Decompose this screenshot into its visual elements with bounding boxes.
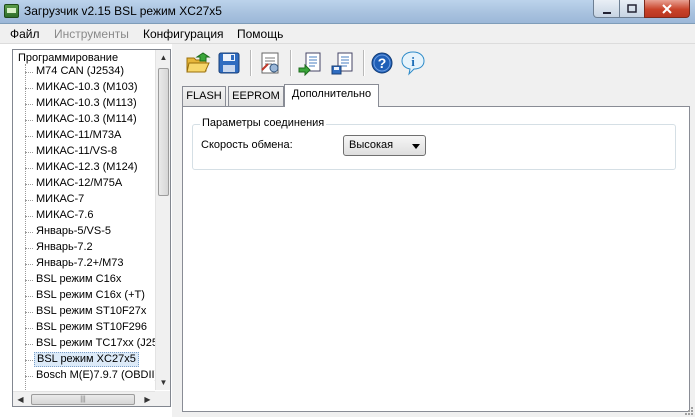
tree-branch-line <box>25 104 33 105</box>
tab-eeprom[interactable]: EEPROM <box>228 86 284 106</box>
window-title: Загрузчик v2.15 BSL режим XC27x5 <box>24 4 222 18</box>
tree-branch-line <box>25 264 33 265</box>
tree-root-programming[interactable]: Программирование <box>18 52 118 64</box>
maximize-icon <box>627 4 637 13</box>
menu-file[interactable]: Файл <box>10 27 40 41</box>
speed-select-value: Высокая <box>349 139 394 151</box>
resize-grip-icon[interactable] <box>684 406 694 416</box>
open-button[interactable] <box>185 50 211 76</box>
close-button[interactable] <box>644 0 690 18</box>
help-icon: ? <box>371 52 393 74</box>
tree-branch-line <box>25 152 33 153</box>
scroll-right-arrow-icon[interactable]: ▶ <box>140 392 155 406</box>
menu-tools[interactable]: Инструменты <box>54 27 129 41</box>
tree-item-label: M74 CAN (J2534) <box>36 65 125 77</box>
tree-item-label: МИКАС-12.3 (M124) <box>36 161 138 173</box>
maximize-button[interactable] <box>619 0 645 18</box>
title-bar[interactable]: Загрузчик v2.15 BSL режим XC27x5 <box>0 0 695 24</box>
tree-item-label: BSL режим ST10F296 <box>36 321 148 333</box>
tree-branch-line <box>25 344 33 345</box>
menu-configuration[interactable]: Конфигурация <box>143 27 224 41</box>
tree-branch-line <box>25 136 33 137</box>
tree-branch-line <box>25 296 33 297</box>
tree-item-label: Январь-5/VS-5 <box>36 225 111 237</box>
write-ecu-button[interactable] <box>329 50 355 76</box>
tree-item-label: BSL режим C16x (+T) <box>36 289 145 301</box>
tree-item-label: Январь-7.2+/M73 <box>36 257 124 269</box>
app-icon <box>4 4 19 18</box>
vertical-scroll-thumb[interactable] <box>158 68 169 196</box>
programming-tree[interactable]: Программирование M74 CAN (J2534) МИКАС-10… <box>12 49 171 407</box>
tree-item-label: МИКАС-10.3 (M113) <box>36 97 137 109</box>
settings-button[interactable] <box>257 50 283 76</box>
info-button[interactable]: i <box>400 50 426 76</box>
tree-branch-line <box>25 360 33 361</box>
tab-page-additional: Параметры соединения Скорость обмена: Вы… <box>182 106 690 412</box>
tree-item-label: МИКАС-7.6 <box>36 209 94 221</box>
tree-branch-line <box>25 312 33 313</box>
toolbar-separator <box>363 50 365 76</box>
scroll-down-arrow-icon[interactable]: ▼ <box>156 375 170 390</box>
horizontal-scroll-thumb[interactable]: ||| <box>31 394 135 405</box>
tree-branch-line <box>25 88 33 89</box>
tree-item-label: МИКАС-12/M75A <box>36 177 123 189</box>
tree-branch-line <box>25 376 33 377</box>
tree-branch-line <box>25 232 33 233</box>
tree-item-label: BSL режим C16x <box>36 273 122 285</box>
scroll-left-arrow-icon[interactable]: ◀ <box>13 392 28 406</box>
toolbar-separator <box>290 50 292 76</box>
read-ecu-icon <box>298 52 321 77</box>
open-folder-icon <box>186 52 211 73</box>
connection-settings-title: Параметры соединения <box>200 117 327 129</box>
tab-flash[interactable]: FLASH <box>182 86 226 106</box>
speed-select[interactable]: Высокая <box>343 135 426 156</box>
tree-item-label: BSL режим XC27x5 <box>34 352 139 367</box>
tree-item-label: BSL режим TC17xx (J25 <box>36 337 159 349</box>
tree-item-label: Bosch M(E)7.9.7 (OBDII) <box>36 369 159 381</box>
tree-item-label: МИКАС-7 <box>36 193 85 205</box>
svg-text:i: i <box>411 54 415 69</box>
save-disk-icon <box>218 52 240 74</box>
tree-branch-line <box>25 120 33 121</box>
settings-document-icon <box>261 52 279 74</box>
tree-horizontal-scrollbar[interactable]: ◀ ||| ▶ <box>13 391 155 406</box>
write-ecu-icon <box>331 52 353 75</box>
chevron-down-icon <box>412 144 420 149</box>
tree-branch-line <box>25 248 33 249</box>
tree-branch-line <box>25 168 33 169</box>
menu-help[interactable]: Помощь <box>237 27 283 41</box>
tree-vertical-scrollbar[interactable]: ▲ ▼ <box>155 50 170 390</box>
minimize-button[interactable] <box>593 0 620 18</box>
scroll-up-arrow-icon[interactable]: ▲ <box>156 50 170 65</box>
tree-branch-line <box>25 72 33 73</box>
tree-item-label: МИКАС-11/M73A <box>36 129 122 141</box>
save-button[interactable] <box>216 50 242 76</box>
help-button[interactable]: ? <box>369 50 395 76</box>
tree-branch-line <box>25 280 33 281</box>
tree-item-label: МИКАС-10.3 (M114) <box>36 113 137 125</box>
speed-label: Скорость обмена: <box>201 139 293 151</box>
tab-additional[interactable]: Дополнительно <box>284 84 379 107</box>
tree-branch-line <box>25 184 33 185</box>
tree-item-label: BSL режим ST10F27x <box>36 305 147 317</box>
read-ecu-button[interactable] <box>297 50 323 77</box>
minimize-icon <box>602 12 611 14</box>
menu-bar: Файл Инструменты Конфигурация Помощь <box>0 24 695 44</box>
close-icon <box>662 4 672 14</box>
tree-item-label: Январь-7.2 <box>36 241 93 253</box>
tree-branch-line <box>25 216 33 217</box>
tree-branch-line <box>25 200 33 201</box>
info-icon: i <box>401 51 425 76</box>
tree-branch-line <box>25 328 33 329</box>
connection-settings-group: Параметры соединения Скорость обмена: Вы… <box>192 117 676 170</box>
toolbar-separator <box>250 50 252 76</box>
main-toolbar: ? i <box>178 44 695 80</box>
svg-text:?: ? <box>378 55 387 71</box>
tree-item-label: МИКАС-10.3 (M103) <box>36 81 138 93</box>
tree-item-label: МИКАС-11/VS-8 <box>36 145 118 157</box>
scroll-corner <box>155 391 170 406</box>
